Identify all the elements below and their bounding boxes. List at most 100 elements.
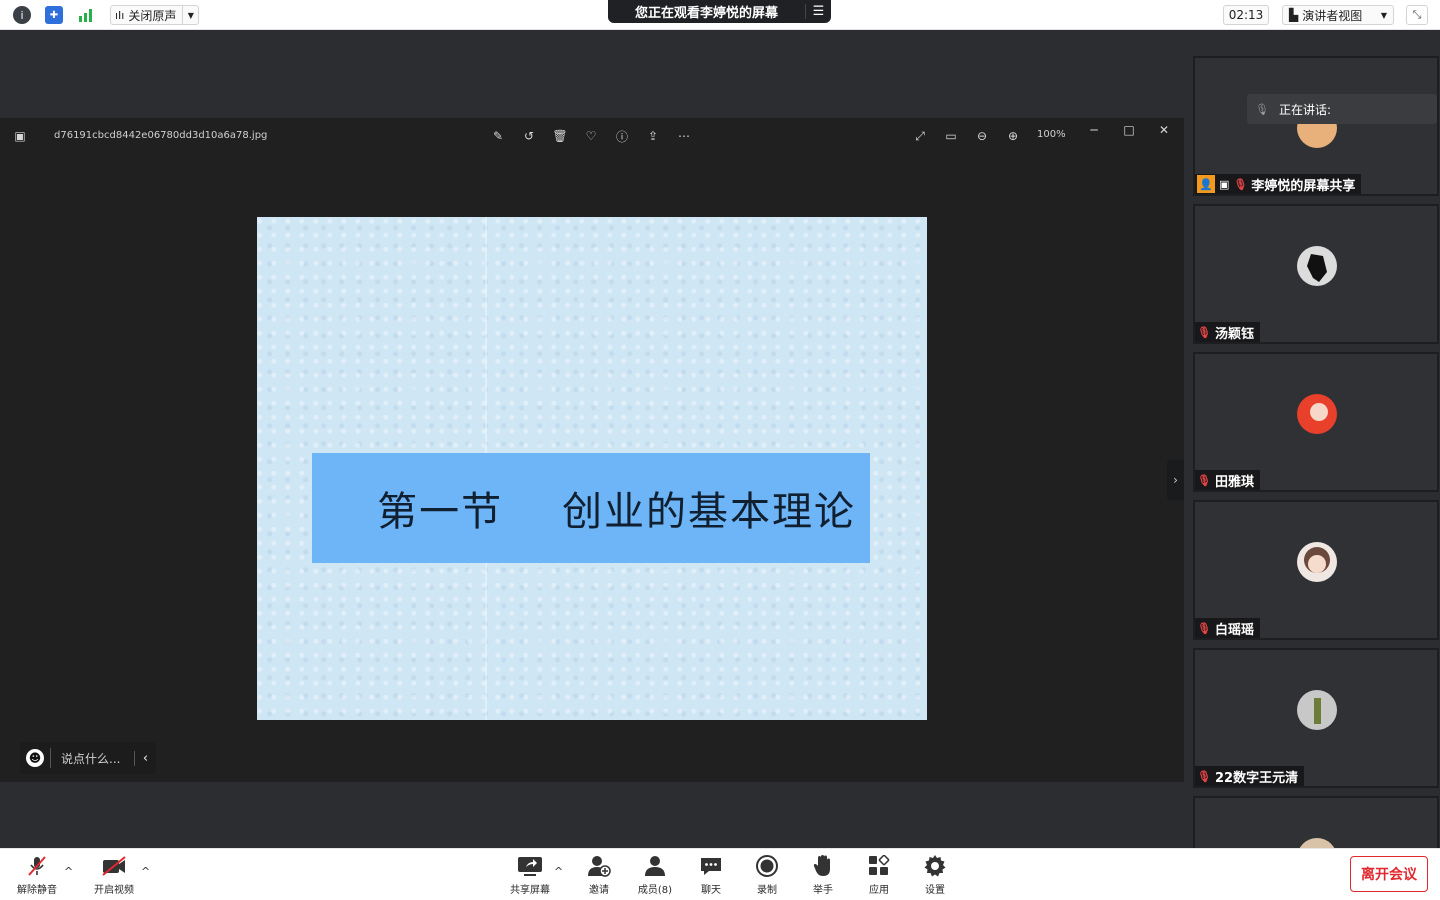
avatar <box>1297 394 1337 434</box>
participant-name: 🎙 22数字王元清 <box>1195 766 1305 786</box>
participant-tile[interactable]: 🎙 汤颖钰 <box>1193 204 1439 344</box>
info-circle-icon[interactable]: ⓘ <box>614 128 630 144</box>
record-button[interactable]: 录制 <box>739 853 795 897</box>
gear-icon <box>922 853 948 879</box>
participant-name: 🎙 白瑶瑶 <box>1195 618 1261 638</box>
invite-label: 邀请 <box>589 885 609 896</box>
chat-placeholder[interactable]: 说点什么... <box>51 750 134 767</box>
share-screen-label: 共享屏幕 <box>510 885 550 896</box>
original-audio-button[interactable]: ıIı 关闭原声 ▼ <box>110 5 200 25</box>
chevron-up-icon[interactable]: ^ <box>64 865 73 878</box>
slide-title: 第一节 创业的基本理论 <box>377 489 856 535</box>
trash-icon[interactable]: 🗑 <box>552 128 568 144</box>
chat-label: 聊天 <box>701 885 721 896</box>
raise-hand-button[interactable]: 举手 <box>795 853 851 897</box>
chevron-down-icon: ▼ <box>1380 10 1387 20</box>
start-video-button[interactable]: 开启视频 <box>86 853 142 897</box>
chevron-right-icon: › <box>1173 473 1178 487</box>
rotate-icon[interactable]: ↺ <box>521 128 537 144</box>
chevron-down-icon[interactable]: ▼ <box>182 6 198 24</box>
heart-icon[interactable]: ♡ <box>583 128 599 144</box>
apps-button[interactable]: 应用 <box>851 853 907 897</box>
camera-off-icon <box>101 853 127 879</box>
zoom-out-icon[interactable]: ⊖ <box>974 128 990 144</box>
more-icon[interactable]: ⋯ <box>676 128 692 144</box>
layout-icon: ▙ <box>1289 8 1299 22</box>
record-icon <box>754 853 780 879</box>
participant-name: 🎙 汤颖钰 <box>1195 322 1261 342</box>
mic-muted-icon <box>24 853 50 879</box>
host-icon: 👤 <box>1197 175 1215 193</box>
menu-icon[interactable]: ☰ <box>805 4 831 19</box>
participant-name-text: 汤颖钰 <box>1215 326 1255 342</box>
participant-tile[interactable] <box>1193 796 1439 856</box>
mic-off-icon: 🎙 <box>1197 621 1211 635</box>
info-icon[interactable]: i <box>13 6 31 24</box>
participant-name: 👤 ▣ 🎙 李婷悦的屏幕共享 <box>1195 174 1362 194</box>
signal-icon[interactable] <box>77 6 95 24</box>
edit-icon[interactable]: ✎ <box>490 128 506 144</box>
image-app-icon: ▣ <box>14 129 26 143</box>
share-icon[interactable]: ⇪ <box>645 128 661 144</box>
quick-chat-bar[interactable]: ☻ 说点什么... ‹ <box>20 742 156 774</box>
original-audio-label: 关闭原声 <box>128 8 177 23</box>
screen-share-banner: 您正在观看李婷悦的屏幕 ☰ <box>608 0 831 23</box>
hand-icon <box>810 853 836 879</box>
mic-off-icon: 🎙 <box>1197 325 1211 339</box>
chevron-up-icon[interactable]: ^ <box>141 865 150 878</box>
top-bar: i ✚ ıIı 关闭原声 ▼ 您正在观看李婷悦的屏幕 ☰ 02:13 ▙ 演讲者… <box>0 0 1440 30</box>
expand-icon[interactable]: ⤢ <box>912 128 928 144</box>
invite-button[interactable]: 邀请 <box>571 853 627 897</box>
avatar <box>1297 690 1337 730</box>
settings-label: 设置 <box>925 885 945 896</box>
avatar <box>1297 246 1337 286</box>
collapse-icon: ⤡ <box>1412 8 1422 21</box>
share-screen-button[interactable]: 共享屏幕 <box>502 853 558 897</box>
chat-button[interactable]: 聊天 <box>683 853 739 897</box>
settings-button[interactable]: 设置 <box>907 853 963 897</box>
meeting-toolbar: 解除静音 ^ 开启视频 ^ 共享屏幕 ^ 邀请 成员(8) 聊天 录制 举手 应… <box>0 848 1440 900</box>
participant-tile[interactable]: 🎙 正在讲话: 👤 ▣ 🎙 李婷悦的屏幕共享 <box>1193 56 1439 196</box>
unmute-button[interactable]: 解除静音 <box>9 853 65 897</box>
speaking-indicator: 🎙 正在讲话: <box>1247 94 1437 124</box>
fullscreen-exit-button[interactable]: ⤡ <box>1406 5 1428 25</box>
members-button[interactable]: 成员(8) <box>627 853 683 897</box>
minimize-icon[interactable]: ─ <box>1086 122 1102 138</box>
zoom-level: 100% <box>1037 129 1066 140</box>
emoji-button[interactable]: ☻ <box>20 749 50 767</box>
leave-meeting-button[interactable]: 离开会议 <box>1350 856 1428 892</box>
smiley-icon: ☻ <box>26 749 44 767</box>
chevron-left-icon[interactable]: ‹ <box>134 750 156 766</box>
panel-toggle-button[interactable]: › <box>1167 460 1184 500</box>
members-label: 成员(8) <box>637 885 673 896</box>
image-filename: d76191cbcd8442e06780dd3d10a6a78.jpg <box>54 130 268 141</box>
slide-title-band: 第一节 创业的基本理论 <box>312 453 870 563</box>
mic-off-icon: 🎙 <box>1197 769 1211 783</box>
participant-tile[interactable]: 🎙 田雅琪 <box>1193 352 1439 492</box>
participant-name-text: 李婷悦的屏幕共享 <box>1251 178 1356 194</box>
fit-screen-icon[interactable]: ▭ <box>943 128 959 144</box>
participants-panel: 🎙 正在讲话: 👤 ▣ 🎙 李婷悦的屏幕共享 🎙 汤颖钰 🎙 田雅琪 🎙 白瑶瑶… <box>1184 30 1440 856</box>
close-icon[interactable]: ✕ <box>1156 122 1172 138</box>
avatar <box>1297 542 1337 582</box>
chat-icon <box>698 853 724 879</box>
shield-icon[interactable]: ✚ <box>45 6 63 24</box>
participant-tile[interactable]: 🎙 22数字王元清 <box>1193 648 1439 788</box>
participant-name-text: 田雅琪 <box>1215 474 1255 490</box>
speaking-label: 正在讲话: <box>1279 102 1332 117</box>
raise-hand-label: 举手 <box>813 885 833 896</box>
image-viewer-toolbar: ▣ d76191cbcd8442e06780dd3d10a6a78.jpg ✎ … <box>0 118 1184 154</box>
participant-tile[interactable]: 🎙 白瑶瑶 <box>1193 500 1439 640</box>
apps-icon <box>866 853 892 879</box>
view-mode-button[interactable]: ▙ 演讲者视图 ▼ <box>1282 5 1394 25</box>
maximize-icon[interactable]: □ <box>1121 122 1137 138</box>
zoom-in-icon[interactable]: ⊕ <box>1005 128 1021 144</box>
participant-name: 🎙 田雅琪 <box>1195 470 1261 490</box>
meeting-timer: 02:13 <box>1223 5 1269 25</box>
share-banner-text: 您正在观看李婷悦的屏幕 <box>634 6 778 21</box>
apps-label: 应用 <box>869 885 889 896</box>
mic-off-icon: 🎙 <box>1255 102 1269 116</box>
add-user-icon <box>586 853 612 879</box>
members-icon <box>642 853 668 879</box>
chevron-up-icon[interactable]: ^ <box>554 865 563 878</box>
